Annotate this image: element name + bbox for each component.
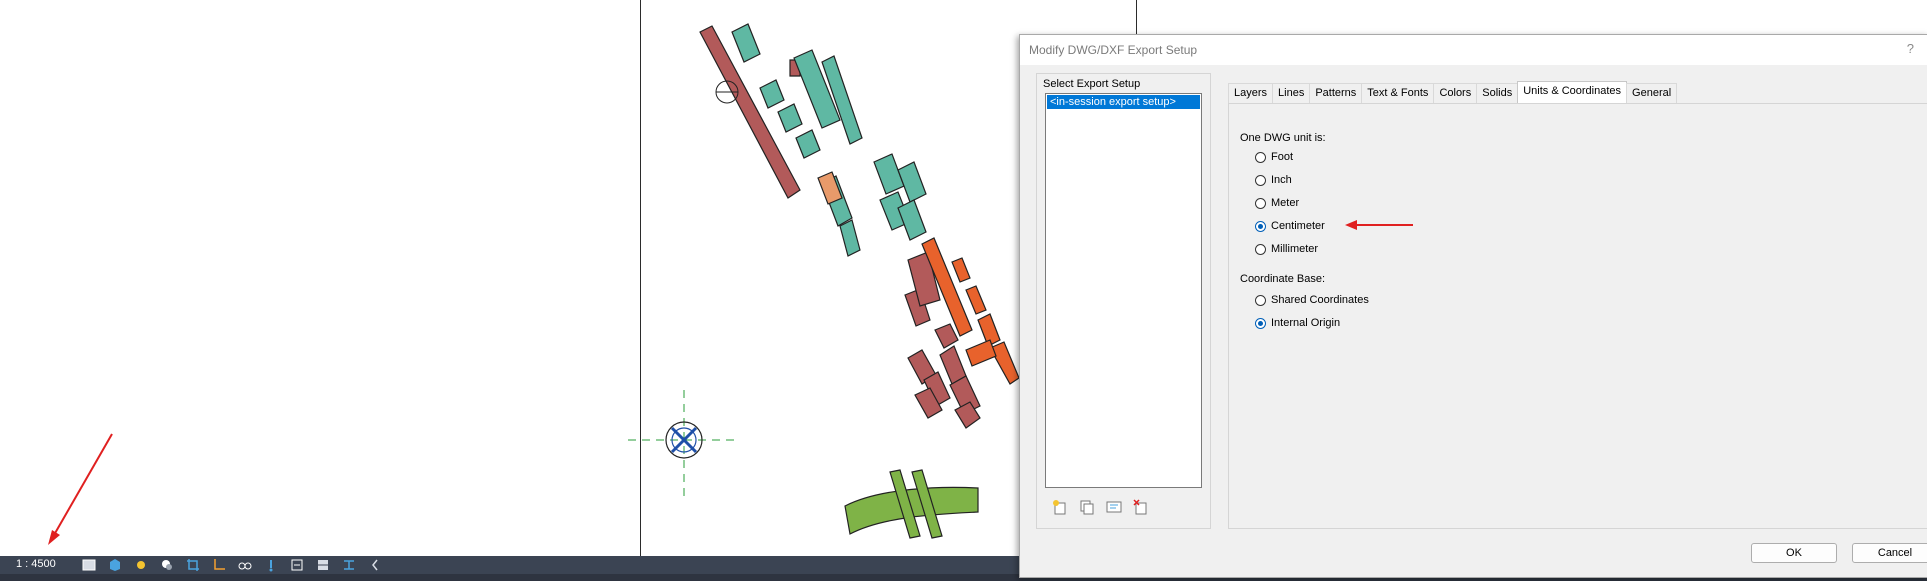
- radio-button[interactable]: [1255, 151, 1266, 163]
- rename-setup-icon[interactable]: [1105, 498, 1123, 516]
- tab-patterns[interactable]: Patterns: [1309, 83, 1363, 104]
- tab-text-fonts[interactable]: Text & Fonts: [1361, 83, 1435, 104]
- view-scale[interactable]: 1 : 4500: [16, 558, 56, 570]
- reveal-hidden-icon[interactable]: [288, 557, 306, 573]
- sun-path-icon[interactable]: [132, 557, 150, 573]
- tab-layers[interactable]: Layers: [1228, 83, 1274, 104]
- radio-button[interactable]: [1255, 220, 1266, 232]
- dialog-titlebar[interactable]: Modify DWG/DXF Export Setup ?: [1020, 35, 1927, 65]
- tab-units-coordinates[interactable]: Units & Coordinates: [1517, 81, 1628, 104]
- radio-button[interactable]: [1255, 317, 1266, 329]
- radio-label: Inch: [1271, 174, 1292, 186]
- radio-label: Meter: [1271, 197, 1300, 209]
- coordinate-label: Coordinate Base:: [1240, 273, 1325, 285]
- cancel-button[interactable]: Cancel: [1852, 543, 1927, 563]
- export-setup-item[interactable]: <in-session export setup>: [1047, 95, 1200, 109]
- tab-solids[interactable]: Solids: [1476, 83, 1519, 104]
- new-setup-icon[interactable]: [1051, 498, 1069, 516]
- visual-style-icon[interactable]: [106, 557, 124, 573]
- ok-button[interactable]: OK: [1751, 543, 1837, 563]
- unlock-3d-icon[interactable]: [236, 557, 254, 573]
- north-compass-icon: [715, 80, 739, 104]
- duplicate-setup-icon[interactable]: [1078, 498, 1096, 516]
- radio-inch[interactable]: Inch: [1255, 174, 1292, 186]
- delete-setup-icon[interactable]: [1132, 498, 1150, 516]
- radio-foot[interactable]: Foot: [1255, 151, 1293, 163]
- shadows-icon[interactable]: [158, 557, 176, 573]
- highlight-displacement-icon[interactable]: [340, 557, 358, 573]
- view-control-bar: 1 : 4500: [0, 556, 1021, 574]
- tab-colors[interactable]: Colors: [1433, 83, 1478, 104]
- radio-label: Foot: [1271, 151, 1294, 163]
- detail-level-icon[interactable]: [80, 557, 98, 573]
- collapse-arrow-icon[interactable]: [366, 557, 384, 573]
- temporary-hide-icon[interactable]: [262, 557, 280, 573]
- radio-label: Shared Coordinates: [1271, 294, 1369, 306]
- building-orange: [921, 237, 1019, 385]
- tab-strip: Layers Lines Patterns Text & Fonts Color…: [1228, 81, 1678, 104]
- radio-button[interactable]: [1255, 197, 1266, 209]
- radio-label: Internal Origin: [1271, 317, 1341, 329]
- annotation-arrow-icon: [48, 433, 113, 545]
- view-boundary-line: [1136, 0, 1137, 34]
- site-plan-view[interactable]: [0, 0, 1019, 556]
- show-crop-icon[interactable]: [210, 557, 228, 573]
- radio-button[interactable]: [1255, 174, 1266, 186]
- radio-label: Millimeter: [1271, 243, 1319, 255]
- unit-label: One DWG unit is:: [1240, 132, 1326, 144]
- project-base-point-icon: [628, 390, 740, 496]
- radio-shared-coordinates[interactable]: Shared Coordinates: [1255, 294, 1369, 306]
- crop-view-icon[interactable]: [184, 557, 202, 573]
- radio-centimeter[interactable]: Centimeter: [1255, 220, 1325, 232]
- annotation-arrow-icon: [1345, 220, 1413, 230]
- tab-lines[interactable]: Lines: [1272, 83, 1311, 104]
- radio-label: Centimeter: [1271, 220, 1325, 232]
- radio-millimeter[interactable]: Millimeter: [1255, 243, 1318, 255]
- radio-button[interactable]: [1255, 243, 1266, 255]
- building-highlight: [817, 171, 843, 205]
- select-export-setup-label: Select Export Setup: [1043, 78, 1141, 90]
- units-coordinates-panel: One DWG unit is: Foot Inch Meter Centime…: [1228, 103, 1927, 529]
- radio-internal-origin[interactable]: Internal Origin: [1255, 317, 1340, 329]
- help-icon[interactable]: ?: [1907, 41, 1914, 56]
- select-export-setup-group: Select Export Setup <in-session export s…: [1036, 73, 1211, 529]
- export-setup-dialog: Modify DWG/DXF Export Setup ? Select Exp…: [1019, 34, 1927, 578]
- analytical-model-icon[interactable]: [314, 557, 332, 573]
- radio-meter[interactable]: Meter: [1255, 197, 1299, 209]
- tab-general[interactable]: General: [1626, 83, 1678, 104]
- dialog-title: Modify DWG/DXF Export Setup: [1029, 43, 1198, 57]
- export-setup-list[interactable]: <in-session export setup>: [1045, 93, 1202, 488]
- radio-button[interactable]: [1255, 294, 1266, 306]
